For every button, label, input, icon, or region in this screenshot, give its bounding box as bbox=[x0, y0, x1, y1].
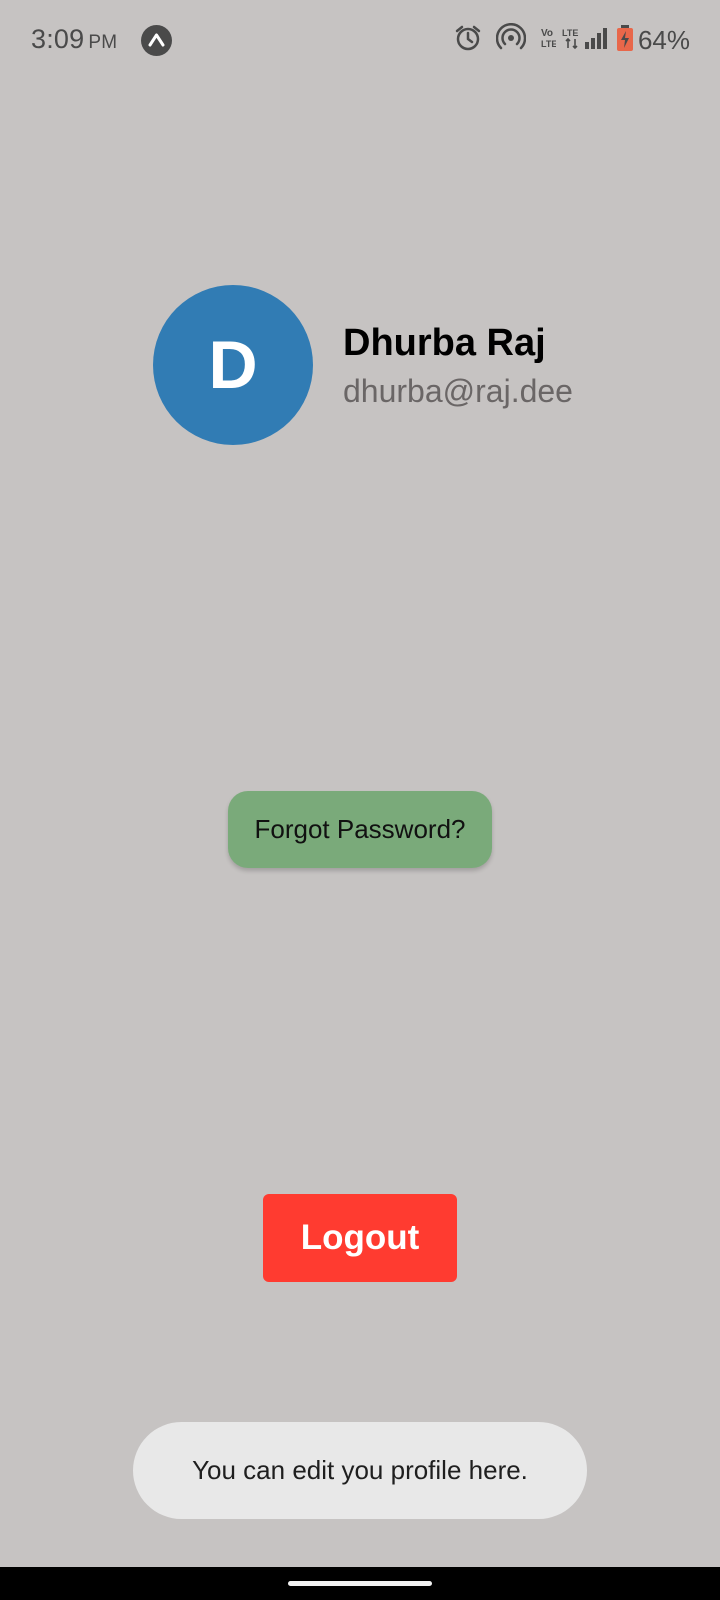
logout-label: Logout bbox=[300, 1218, 420, 1257]
navigation-bar bbox=[0, 1567, 720, 1600]
profile-name: Dhurba Raj bbox=[343, 322, 546, 364]
svg-text:Vo: Vo bbox=[541, 28, 553, 39]
avatar: D bbox=[153, 285, 313, 445]
status-time: 3:09 PM bbox=[31, 24, 117, 55]
status-time-value: 3:09 bbox=[31, 24, 85, 54]
battery-charging-icon bbox=[616, 24, 634, 57]
signal-icon bbox=[584, 26, 608, 55]
status-time-ampm: PM bbox=[88, 32, 118, 53]
lte-icon: LTE bbox=[562, 25, 582, 56]
status-bar: 3:09 PM Vo LTE LTE 64% bbox=[0, 0, 720, 82]
toast-text: You can edit you profile here. bbox=[192, 1455, 528, 1485]
expo-logo-icon bbox=[141, 25, 172, 56]
status-icons: Vo LTE LTE 64% bbox=[440, 22, 690, 58]
hotspot-icon bbox=[495, 22, 527, 58]
svg-text:LTE: LTE bbox=[562, 28, 578, 38]
battery-percent: 64% bbox=[637, 24, 690, 55]
toast-message: You can edit you profile here. bbox=[133, 1422, 587, 1519]
svg-text:LTE: LTE bbox=[541, 39, 556, 49]
forgot-password-button[interactable]: Forgot Password? bbox=[228, 791, 492, 868]
home-indicator[interactable] bbox=[288, 1581, 432, 1586]
avatar-initial: D bbox=[208, 327, 258, 403]
alarm-icon bbox=[454, 24, 482, 57]
profile-email: dhurba@raj.dee bbox=[343, 373, 573, 409]
volte-icon: Vo LTE bbox=[540, 25, 557, 56]
forgot-password-label: Forgot Password? bbox=[254, 814, 466, 844]
logout-button[interactable]: Logout bbox=[263, 1194, 457, 1282]
